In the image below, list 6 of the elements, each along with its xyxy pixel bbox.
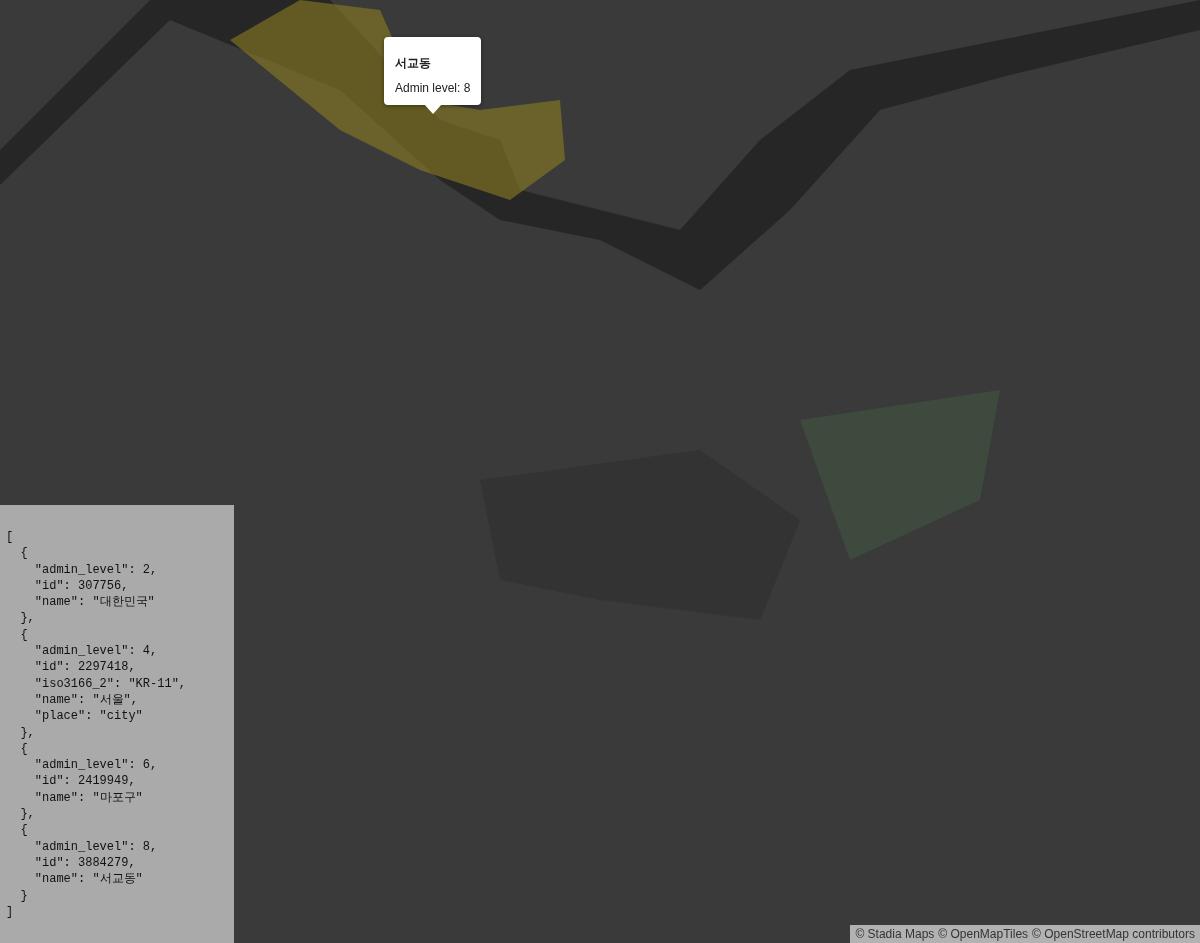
attribution-link[interactable]: © OpenStreetMap contributors: [1032, 927, 1195, 941]
attribution-link[interactable]: © OpenMapTiles: [938, 927, 1029, 941]
popup-title: 서교동: [395, 55, 432, 72]
json-panel: [ { "admin_level": 2, "id": 307756, "name": "대한민국" }, { "admin_level": 4, "id": 2297418, "iso3166_2": "KR-11", "name": "서울", "place": "city" }, { "admin_level": 6, "id": 2419949, "name": "마포구" }, { "admin_level": 8, "id": 3884279, "name": "서교동" } ]: [0, 505, 234, 943]
popup-text: Admin level: 8: [395, 81, 471, 95]
attribution-link[interactable]: © Stadia Maps: [855, 927, 935, 941]
